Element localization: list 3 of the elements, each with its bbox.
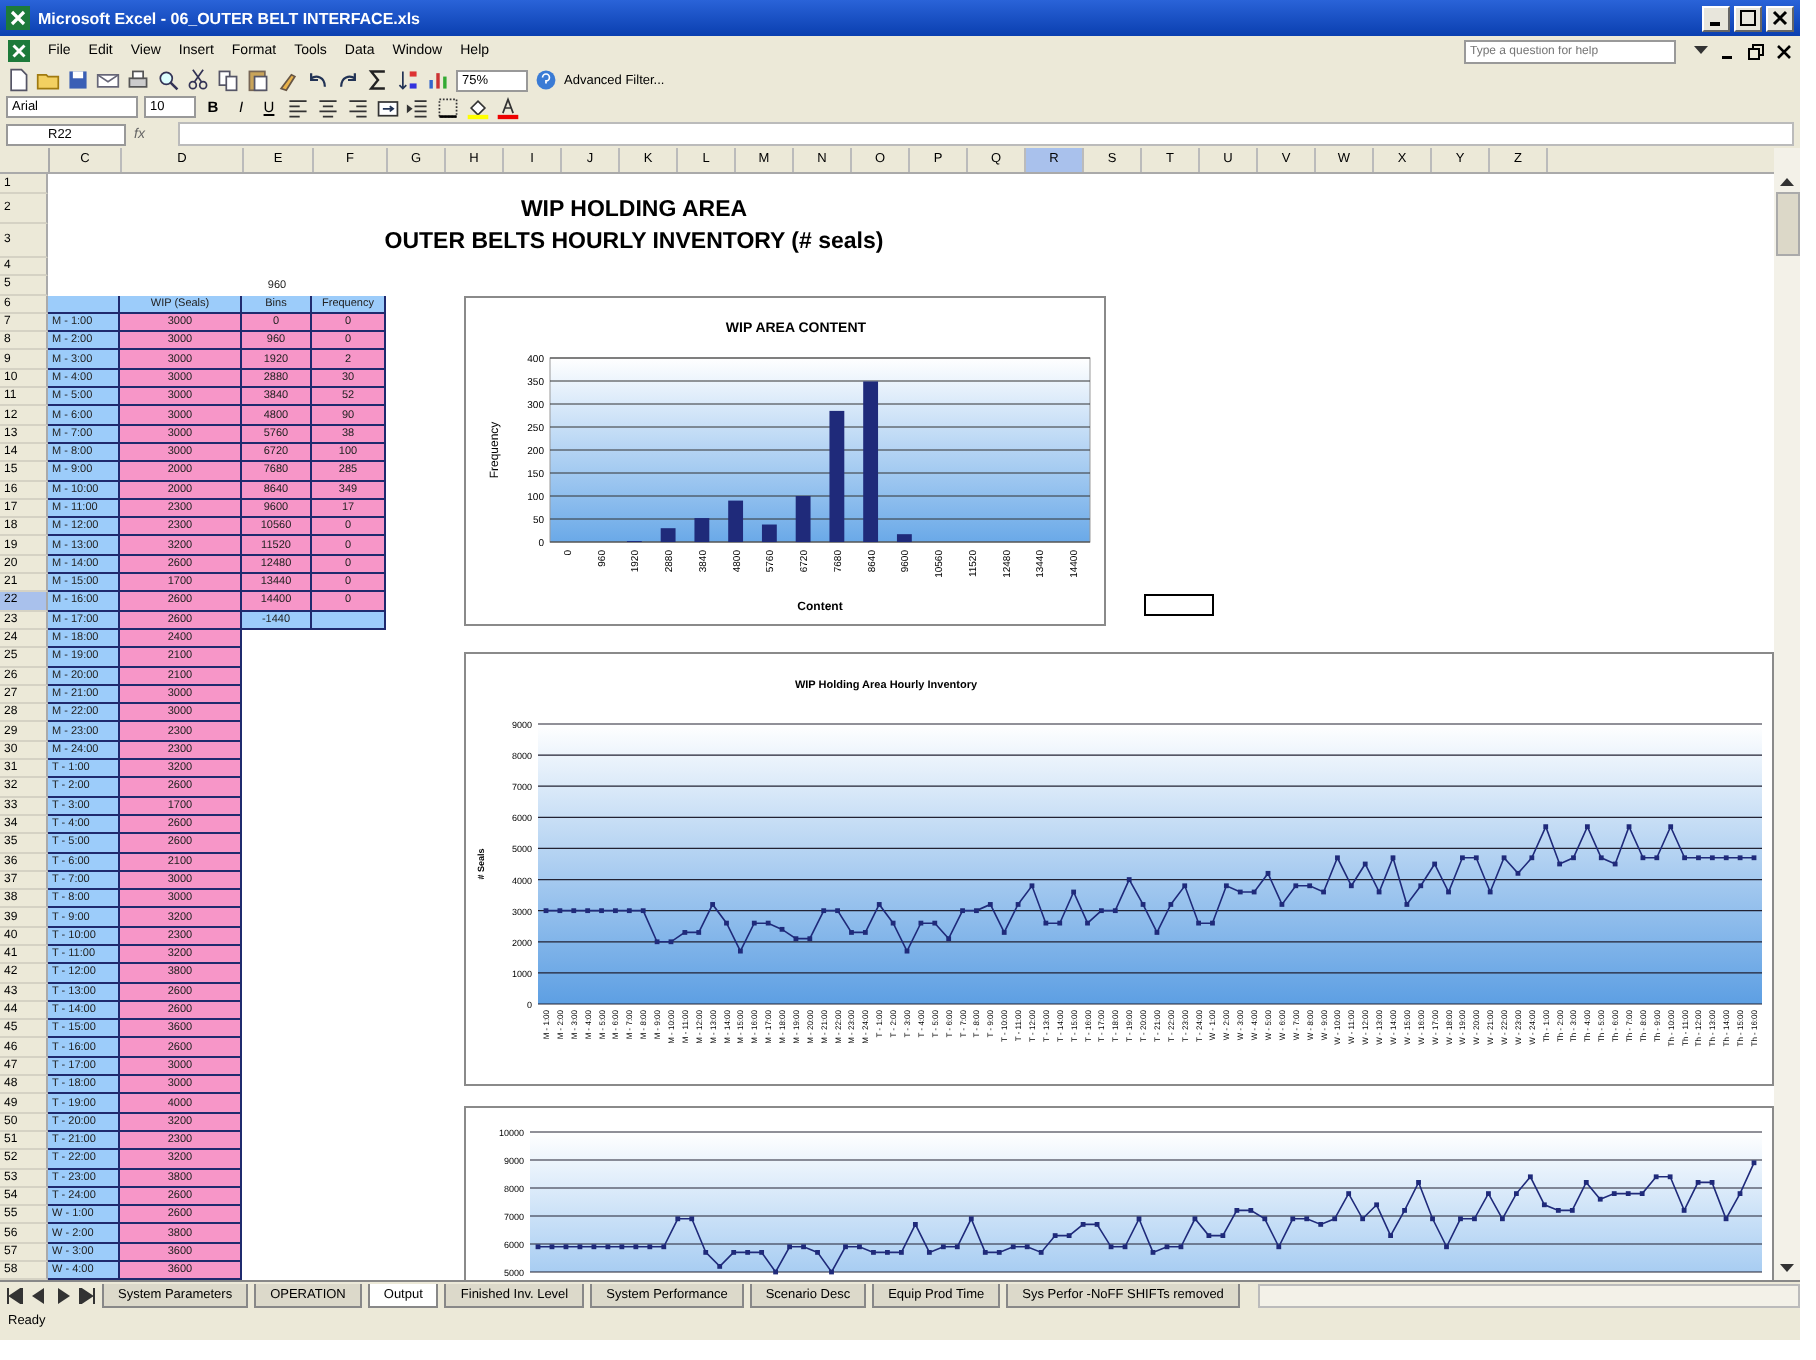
sheet-title: OUTER BELTS HOURLY INVENTORY (# seals) [382,227,886,257]
window-title: Microsoft Excel - 06_OUTER BELT INTERFACE.xls [38,9,423,27]
sheet-title: WIP HOLDING AREA [518,195,750,224]
